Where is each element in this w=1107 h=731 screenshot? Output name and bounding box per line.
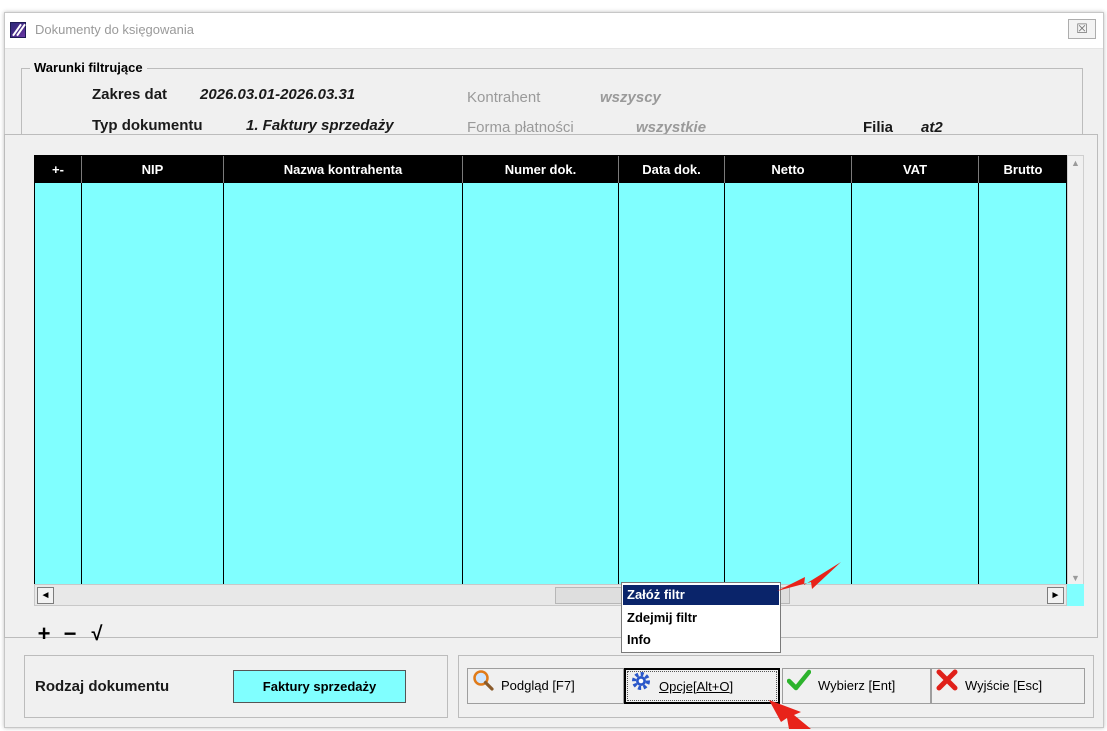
documents-grid[interactable]: +- NIP Nazwa kontrahenta Numer dok. Data… [34, 155, 1067, 587]
window-title: Dokumenty do księgowania [35, 22, 194, 37]
document-kind-label: Rodzaj dokumentu [35, 678, 170, 695]
menu-item-info[interactable]: Info [623, 630, 779, 650]
document-kind-value[interactable]: Faktury sprzedaży [233, 670, 406, 703]
red-x-icon [936, 669, 958, 704]
menu-item-set-filter[interactable]: Załóż filtr [623, 585, 779, 605]
grid-column-divider [463, 183, 619, 586]
gear-icon [630, 670, 652, 705]
annotation-arrow-icon [777, 562, 841, 591]
filter-group-legend: Warunki filtrujące [30, 60, 147, 75]
grid-column-divider [35, 183, 82, 586]
title-bar: Dokumenty do księgowania ☒ [5, 13, 1103, 49]
date-range-label: Zakres dat [92, 86, 168, 103]
close-button[interactable]: ☒ [1068, 19, 1096, 39]
preview-button-label: Podgląd [F7] [501, 678, 575, 693]
grid-column-divider [852, 183, 979, 586]
options-button[interactable]: Opcje[Alt+O] [624, 668, 780, 704]
app-logo-icon [10, 22, 26, 38]
grid-column-divider [619, 183, 725, 586]
preview-button[interactable]: Podgląd [F7] [467, 668, 624, 704]
magnifier-icon [472, 669, 494, 704]
menu-item-remove-filter[interactable]: Zdejmij filtr [623, 608, 779, 628]
col-header-expand[interactable]: +- [35, 156, 82, 183]
doc-type-value: 1. Faktury sprzedaży [246, 117, 394, 134]
scroll-up-icon[interactable]: ▲ [1068, 156, 1083, 171]
horizontal-scroll-area: ◄ ► [34, 584, 1084, 606]
select-button-label: Wybierz [Ent] [818, 678, 896, 693]
remove-row-button[interactable]: − [59, 623, 81, 646]
date-range-value: 2026.03.01-2026.03.31 [200, 86, 356, 103]
col-header-net[interactable]: Netto [725, 156, 852, 183]
grid-column-divider [725, 183, 852, 586]
scroll-right-icon[interactable]: ► [1047, 587, 1064, 604]
add-row-button[interactable]: + [33, 623, 55, 646]
annotation-arrow-icon [769, 700, 811, 729]
col-header-nip[interactable]: NIP [82, 156, 224, 183]
contractor-label: Kontrahent [467, 89, 541, 106]
contractor-value: wszyscy [600, 89, 661, 106]
options-context-menu: Załóż filtr Zdejmij filtr Info [621, 582, 781, 653]
exit-button-label: Wyjście [Esc] [965, 678, 1043, 693]
vertical-scrollbar[interactable]: ▲ ▼ [1067, 155, 1084, 587]
options-button-label: Opcje[Alt+O] [659, 679, 734, 694]
scroll-left-icon[interactable]: ◄ [37, 587, 54, 604]
col-header-gross[interactable]: Brutto [979, 156, 1067, 183]
col-header-contractor-name[interactable]: Nazwa kontrahenta [224, 156, 463, 183]
col-header-doc-number[interactable]: Numer dok. [463, 156, 619, 183]
col-header-doc-date[interactable]: Data dok. [619, 156, 725, 183]
horizontal-scrollbar[interactable]: ◄ ► [34, 584, 1067, 606]
grid-header: +- NIP Nazwa kontrahenta Numer dok. Data… [35, 156, 1066, 183]
grid-column-divider [224, 183, 463, 586]
col-header-vat[interactable]: VAT [852, 156, 979, 183]
doc-type-label: Typ dokumentu [92, 117, 203, 134]
confirm-row-button[interactable]: √ [86, 624, 108, 646]
exit-button[interactable]: Wyjście [Esc] [931, 668, 1085, 704]
grid-column-divider [82, 183, 224, 586]
